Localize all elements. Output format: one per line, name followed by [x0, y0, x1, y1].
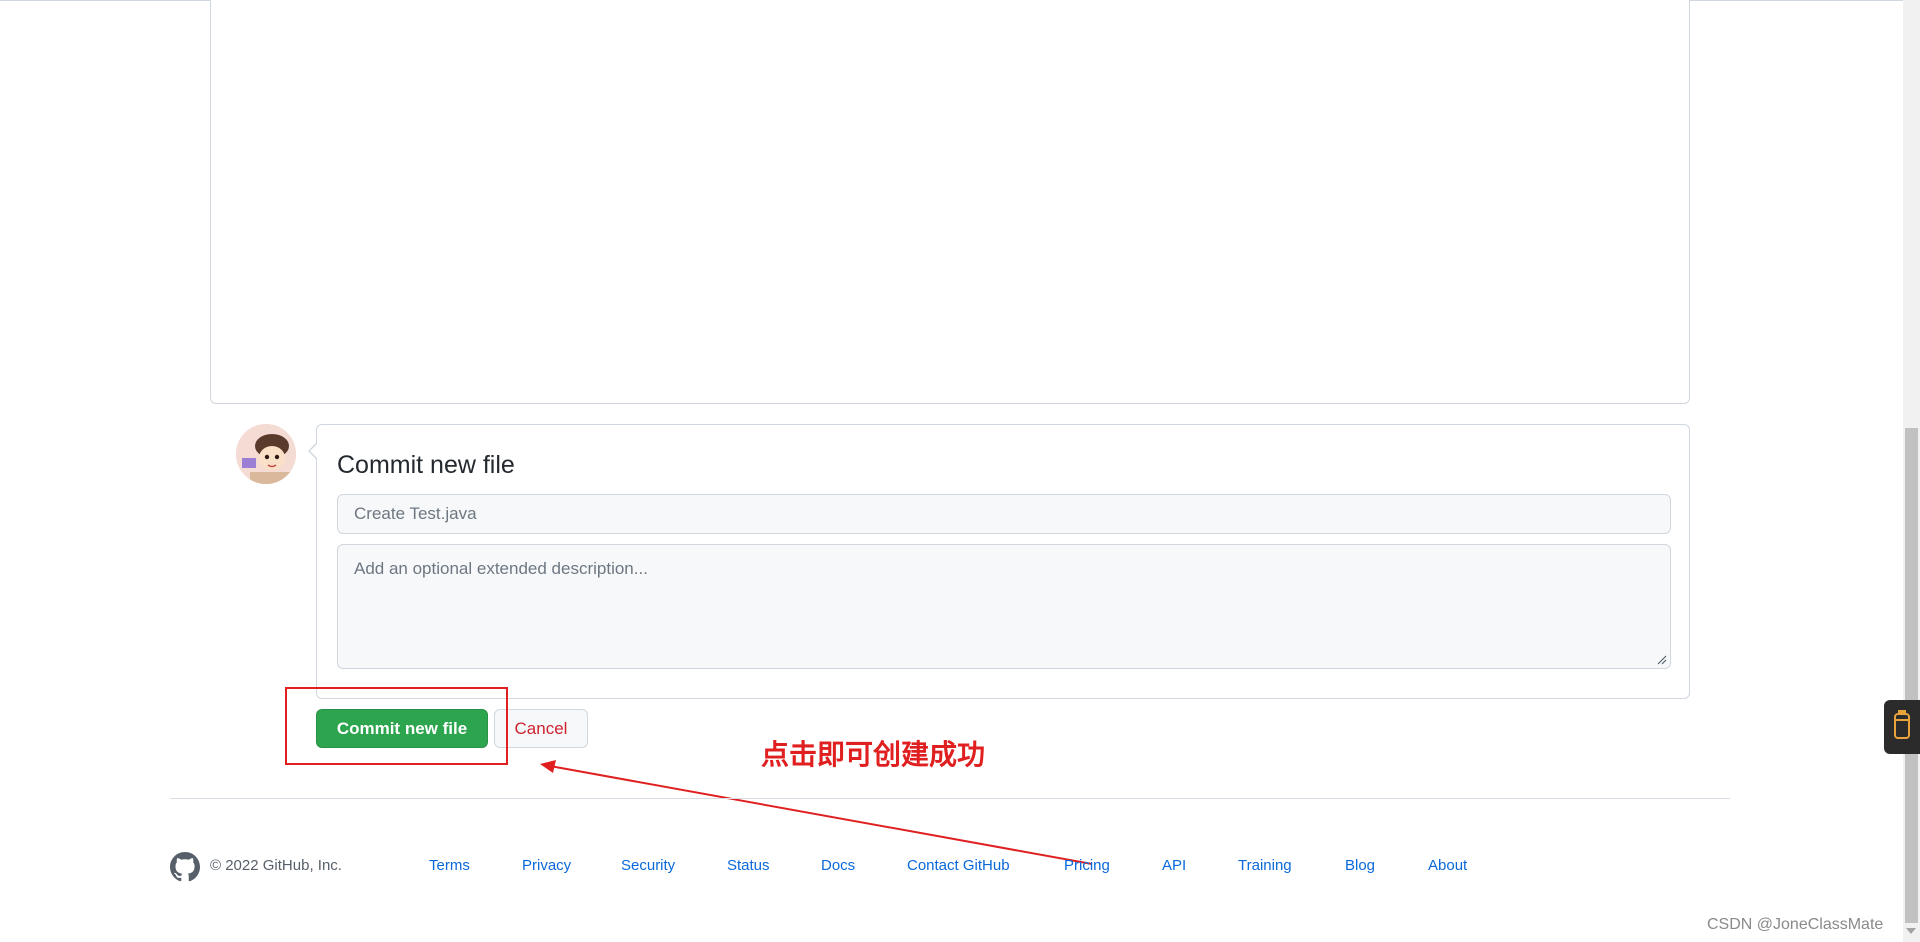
footer-divider [170, 798, 1730, 799]
file-editor-area[interactable] [210, 0, 1690, 404]
watermark: CSDN @JoneClassMate [1707, 916, 1884, 933]
avatar-image [236, 424, 296, 484]
footer-link-terms[interactable]: Terms [429, 857, 470, 874]
scrollbar-thumb[interactable] [1905, 428, 1918, 923]
footer-link-blog[interactable]: Blog [1345, 857, 1375, 874]
commit-form: Commit new file [308, 424, 1690, 699]
footer-link-security[interactable]: Security [621, 857, 675, 874]
commit-description-textarea[interactable] [337, 544, 1671, 669]
footer-link-api[interactable]: API [1162, 857, 1186, 874]
speech-caret-inner [310, 444, 317, 458]
footer-copyright: © 2022 GitHub, Inc. [210, 857, 342, 874]
footer-link-training[interactable]: Training [1238, 857, 1292, 874]
github-mark-icon[interactable] [170, 852, 200, 882]
footer-link-privacy[interactable]: Privacy [522, 857, 571, 874]
commit-summary-input[interactable] [337, 494, 1671, 534]
resize-grip-icon[interactable] [1657, 655, 1667, 665]
footer-link-docs[interactable]: Docs [821, 857, 855, 874]
cup-icon [1894, 710, 1910, 739]
footer-link-status[interactable]: Status [727, 857, 770, 874]
scroll-down-arrow-icon[interactable] [1906, 928, 1916, 934]
commit-form-title: Commit new file [337, 451, 515, 479]
cancel-button[interactable]: Cancel [494, 709, 588, 748]
avatar[interactable] [236, 424, 296, 484]
footer-link-contact-github[interactable]: Contact GitHub [907, 857, 1010, 874]
side-widget[interactable] [1884, 700, 1920, 754]
footer-link-about[interactable]: About [1428, 857, 1467, 874]
annotation-text: 点击即可创建成功 [761, 738, 986, 771]
annotation-highlight-box [285, 687, 508, 765]
footer-link-pricing[interactable]: Pricing [1064, 857, 1110, 874]
